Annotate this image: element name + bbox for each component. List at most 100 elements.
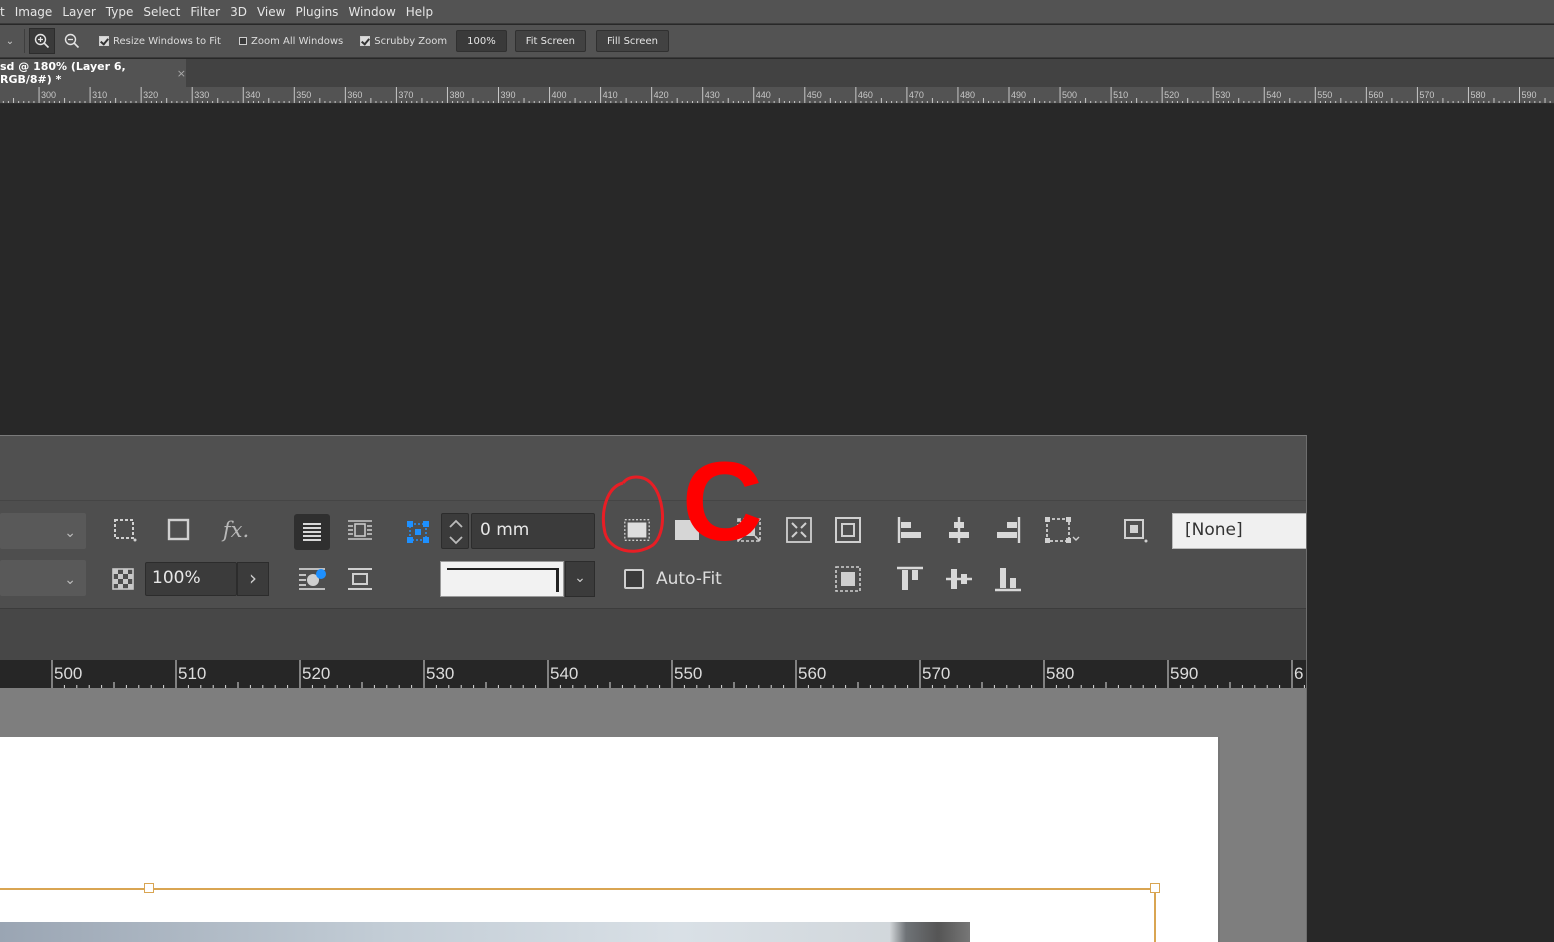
menu-item-image[interactable]: Image bbox=[10, 0, 58, 24]
stroke-weight-input[interactable]: 0 mm bbox=[471, 513, 595, 549]
select-container-icon[interactable] bbox=[110, 515, 140, 545]
annotation-letter-c: C bbox=[682, 439, 763, 564]
ruler-label: 460 bbox=[858, 90, 873, 100]
ruler-label: 530 bbox=[426, 664, 454, 683]
distribute-options-icon[interactable] bbox=[1044, 515, 1082, 545]
selected-frame[interactable] bbox=[0, 888, 1156, 942]
fx-label: fx. bbox=[222, 518, 250, 542]
close-icon[interactable]: × bbox=[177, 67, 186, 80]
ruler-label: 540 bbox=[550, 664, 578, 683]
transparency-icon[interactable] bbox=[108, 564, 138, 594]
ruler-label: 440 bbox=[756, 90, 771, 100]
ruler-label: 380 bbox=[449, 90, 464, 100]
fit-screen-button[interactable]: Fit Screen bbox=[514, 30, 587, 52]
menu-item-partial[interactable]: t bbox=[0, 0, 10, 24]
stroke-type-dropdown[interactable]: ⌄ bbox=[0, 560, 86, 596]
ruler-label: 300 bbox=[41, 90, 56, 100]
ruler-label: 330 bbox=[194, 90, 209, 100]
zoom-all-windows-label: Zoom All Windows bbox=[250, 35, 344, 47]
object-style-icon[interactable] bbox=[1120, 515, 1150, 545]
document-tab-bar: sd @ 180% (Layer 6, RGB/8#) * × bbox=[0, 59, 1554, 87]
center-content-row2-icon[interactable] bbox=[833, 564, 863, 594]
ruler-label: 480 bbox=[960, 90, 975, 100]
menu-item-plugins[interactable]: Plugins bbox=[290, 0, 343, 24]
text-wrap-none-icon[interactable] bbox=[294, 514, 330, 550]
ruler-label: 310 bbox=[92, 90, 107, 100]
resize-windows-checkbox[interactable]: Resize Windows to Fit bbox=[99, 36, 221, 47]
reference-point-icon[interactable] bbox=[403, 517, 433, 547]
align-left-edges-icon[interactable] bbox=[895, 515, 925, 545]
ruler-label: 510 bbox=[178, 664, 206, 683]
zoom-out-icon[interactable] bbox=[59, 28, 85, 54]
panel-lower-strip bbox=[0, 608, 1306, 660]
align-vertical-centers-icon[interactable] bbox=[944, 564, 974, 594]
ruler-label: 410 bbox=[603, 90, 618, 100]
document-tab[interactable]: sd @ 180% (Layer 6, RGB/8#) * × bbox=[0, 59, 186, 87]
chevron-down-icon[interactable]: ⌄ bbox=[565, 561, 595, 597]
frame-handle-top-right[interactable] bbox=[1150, 883, 1160, 893]
menu-item-help[interactable]: Help bbox=[401, 0, 438, 24]
ruler-label: 550 bbox=[674, 664, 702, 683]
divider bbox=[24, 29, 25, 53]
ruler-label: 590 bbox=[1522, 90, 1537, 100]
frame-icon[interactable] bbox=[164, 515, 194, 545]
ruler-label: 510 bbox=[1113, 90, 1128, 100]
red-circle-annotation bbox=[601, 475, 665, 553]
chevron-right-icon[interactable]: › bbox=[237, 562, 269, 596]
menu-item-filter[interactable]: Filter bbox=[185, 0, 225, 24]
chevron-down-icon: ⌄ bbox=[64, 572, 76, 588]
checkbox-unchecked-icon bbox=[238, 37, 247, 45]
ruler-label: 390 bbox=[501, 90, 516, 100]
ruler-label: 420 bbox=[654, 90, 669, 100]
auto-fit-checkbox[interactable]: Auto-Fit bbox=[624, 569, 722, 589]
zoom-in-icon[interactable] bbox=[29, 28, 55, 54]
stroke-preview bbox=[440, 561, 564, 597]
fill-screen-button[interactable]: Fill Screen bbox=[596, 30, 669, 52]
ruler-label: 530 bbox=[1215, 90, 1230, 100]
jump-object-icon[interactable] bbox=[345, 564, 375, 594]
align-horizontal-centers-icon[interactable] bbox=[944, 515, 974, 545]
ruler-label: 6 bbox=[1294, 664, 1303, 683]
horizontal-ruler: 0300310320330340350360370380390400410420… bbox=[0, 87, 1554, 104]
align-top-edges-icon[interactable] bbox=[895, 564, 925, 594]
align-bottom-edges-icon[interactable] bbox=[993, 564, 1023, 594]
menu-bar: t Image Layer Type Select Filter 3D View… bbox=[0, 0, 1554, 24]
ruler-ticks: 0300310320330340350360370380390400410420… bbox=[2, 87, 1551, 103]
menu-item-window[interactable]: Window bbox=[343, 0, 400, 24]
fill-frame-proportionally-icon[interactable] bbox=[784, 515, 814, 545]
stroke-style-dropdown[interactable]: ⌄ bbox=[0, 513, 86, 549]
menu-item-3d[interactable]: 3D bbox=[225, 0, 252, 24]
opacity-input[interactable]: 100% bbox=[145, 562, 237, 596]
checkbox-checked-icon bbox=[360, 36, 371, 46]
frame-handle-top-center[interactable] bbox=[144, 883, 154, 893]
ruler-label: 580 bbox=[1470, 90, 1485, 100]
ruler-label: 430 bbox=[705, 90, 720, 100]
ruler-label: 540 bbox=[1266, 90, 1281, 100]
menu-item-type[interactable]: Type bbox=[101, 0, 139, 24]
ruler-label: 590 bbox=[1170, 664, 1198, 683]
checkbox-unchecked-icon bbox=[624, 569, 644, 589]
ruler-label: 450 bbox=[807, 90, 822, 100]
auto-fit-label: Auto-Fit bbox=[656, 569, 722, 589]
ruler-label: 520 bbox=[302, 664, 330, 683]
zoom-all-windows-checkbox[interactable]: Zoom All Windows bbox=[238, 35, 344, 47]
menu-item-layer[interactable]: Layer bbox=[57, 0, 100, 24]
center-content-icon[interactable] bbox=[833, 515, 863, 545]
scrubby-zoom-checkbox[interactable]: Scrubby Zoom bbox=[360, 36, 447, 47]
zoom-percent-field[interactable]: 100% bbox=[456, 30, 507, 52]
ruler-label: 550 bbox=[1317, 90, 1332, 100]
object-style-dropdown[interactable]: [None] bbox=[1172, 513, 1306, 549]
ruler-label: 570 bbox=[922, 664, 950, 683]
text-wrap-bounding-icon[interactable] bbox=[345, 515, 375, 545]
stroke-weight-stepper[interactable] bbox=[441, 513, 469, 549]
effects-fx-icon[interactable]: fx. bbox=[218, 515, 254, 545]
menu-item-select[interactable]: Select bbox=[138, 0, 185, 24]
stroke-preview-line bbox=[447, 568, 559, 592]
wrap-around-object-icon[interactable] bbox=[297, 564, 327, 594]
menu-item-view[interactable]: View bbox=[252, 0, 290, 24]
tool-preset-chevron-icon[interactable]: ⌄ bbox=[0, 36, 20, 47]
ruler-label: 560 bbox=[798, 664, 826, 683]
align-right-edges-icon[interactable] bbox=[993, 515, 1023, 545]
stepper-arrows-icon bbox=[449, 519, 463, 545]
ruler-label: 370 bbox=[398, 90, 413, 100]
